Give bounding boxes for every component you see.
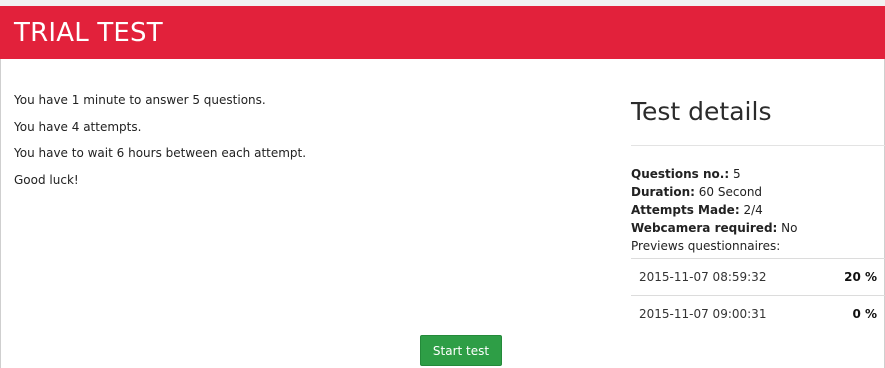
page-title: TRIAL TEST <box>14 18 163 48</box>
test-details-heading: Test details <box>631 97 772 126</box>
spec-attempts-label: Attempts Made: <box>631 203 740 217</box>
attempt-date: 2015-11-07 09:00:31 <box>639 307 767 321</box>
attempt-date: 2015-11-07 08:59:32 <box>639 270 767 284</box>
attempt-score: 0 % <box>852 307 877 321</box>
spec-webcam: Webcamera required: No <box>631 219 798 237</box>
spec-questions: Questions no.: 5 <box>631 165 798 183</box>
intro-line-goodluck: Good luck! <box>14 172 79 187</box>
details-divider <box>631 145 885 146</box>
intro-line-wait: You have to wait 6 hours between each at… <box>14 146 307 160</box>
spec-previews-label: Previews questionnaires: <box>631 239 781 253</box>
spec-attempts: Attempts Made: 2/4 <box>631 201 798 219</box>
intro-line-attempts: You have 4 attempts. <box>14 119 142 134</box>
spec-webcam-value: No <box>781 221 798 235</box>
test-specs: Questions no.: 5 Duration: 60 Second Att… <box>631 165 798 255</box>
test-page: TRIAL TEST You have 1 minute to answer 5… <box>0 0 885 368</box>
spec-attempts-value: 2/4 <box>743 203 763 217</box>
spec-questions-label: Questions no.: <box>631 167 730 181</box>
attempt-score: 20 % <box>844 270 877 284</box>
intro-text: You have 1 minute to answer 5 questions.… <box>14 87 306 193</box>
previous-attempts-table: 2015-11-07 08:59:32 20 % 2015-11-07 09:0… <box>631 258 885 332</box>
table-row: 2015-11-07 08:59:32 20 % <box>631 258 885 295</box>
intro-line-time: You have 1 minute to answer 5 questions. <box>14 93 266 107</box>
spec-duration: Duration: 60 Second <box>631 183 798 201</box>
spec-questions-value: 5 <box>732 167 741 181</box>
test-details-panel: Test details <box>631 92 885 132</box>
spec-duration-value: 60 Second <box>698 185 763 199</box>
header-bar: TRIAL TEST <box>0 6 885 59</box>
table-row: 2015-11-07 09:00:31 0 % <box>631 295 885 332</box>
start-test-button[interactable]: Start test <box>420 335 502 366</box>
spec-duration-label: Duration: <box>631 185 695 199</box>
spec-webcam-label: Webcamera required: <box>631 221 778 235</box>
